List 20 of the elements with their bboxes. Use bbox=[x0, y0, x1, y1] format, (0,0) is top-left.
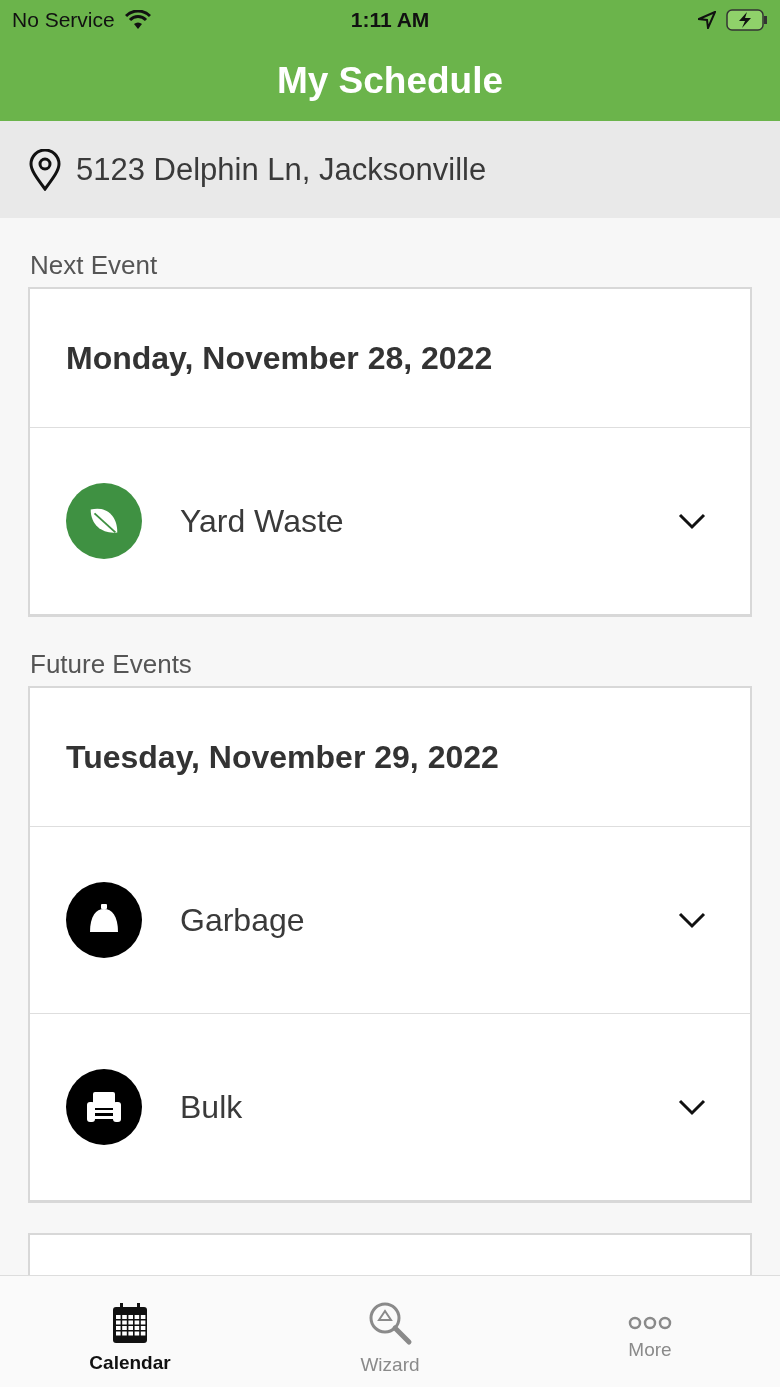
carrier-label: No Service bbox=[12, 8, 115, 32]
chevron-icon[interactable] bbox=[678, 911, 706, 929]
location-pin-icon[interactable] bbox=[28, 148, 62, 191]
location-arrow-icon bbox=[698, 11, 716, 29]
event-date: Tuesday, November 29, 2022 bbox=[66, 738, 499, 776]
wifi-icon bbox=[124, 10, 151, 30]
tab-bar-item[interactable]: Calendar bbox=[0, 1276, 260, 1387]
section-label: Future Events bbox=[30, 649, 192, 680]
pickup-type-name: Bulk bbox=[180, 1088, 243, 1126]
calendar-icon bbox=[111, 1301, 149, 1344]
pickup-type-name: Garbage bbox=[180, 901, 305, 939]
more-icon bbox=[628, 1314, 672, 1331]
chevron-icon[interactable] bbox=[678, 1098, 706, 1116]
chevron-icon[interactable] bbox=[678, 512, 706, 530]
status-time: 1:11 AM bbox=[350, 8, 430, 32]
pickup-type-name: Yard Waste bbox=[180, 502, 344, 540]
section-label: Next Event bbox=[30, 250, 158, 281]
screen-title: My Schedule bbox=[276, 59, 504, 102]
battery-icon bbox=[726, 9, 768, 31]
event-date: Monday, November 28, 2022 bbox=[66, 339, 493, 377]
